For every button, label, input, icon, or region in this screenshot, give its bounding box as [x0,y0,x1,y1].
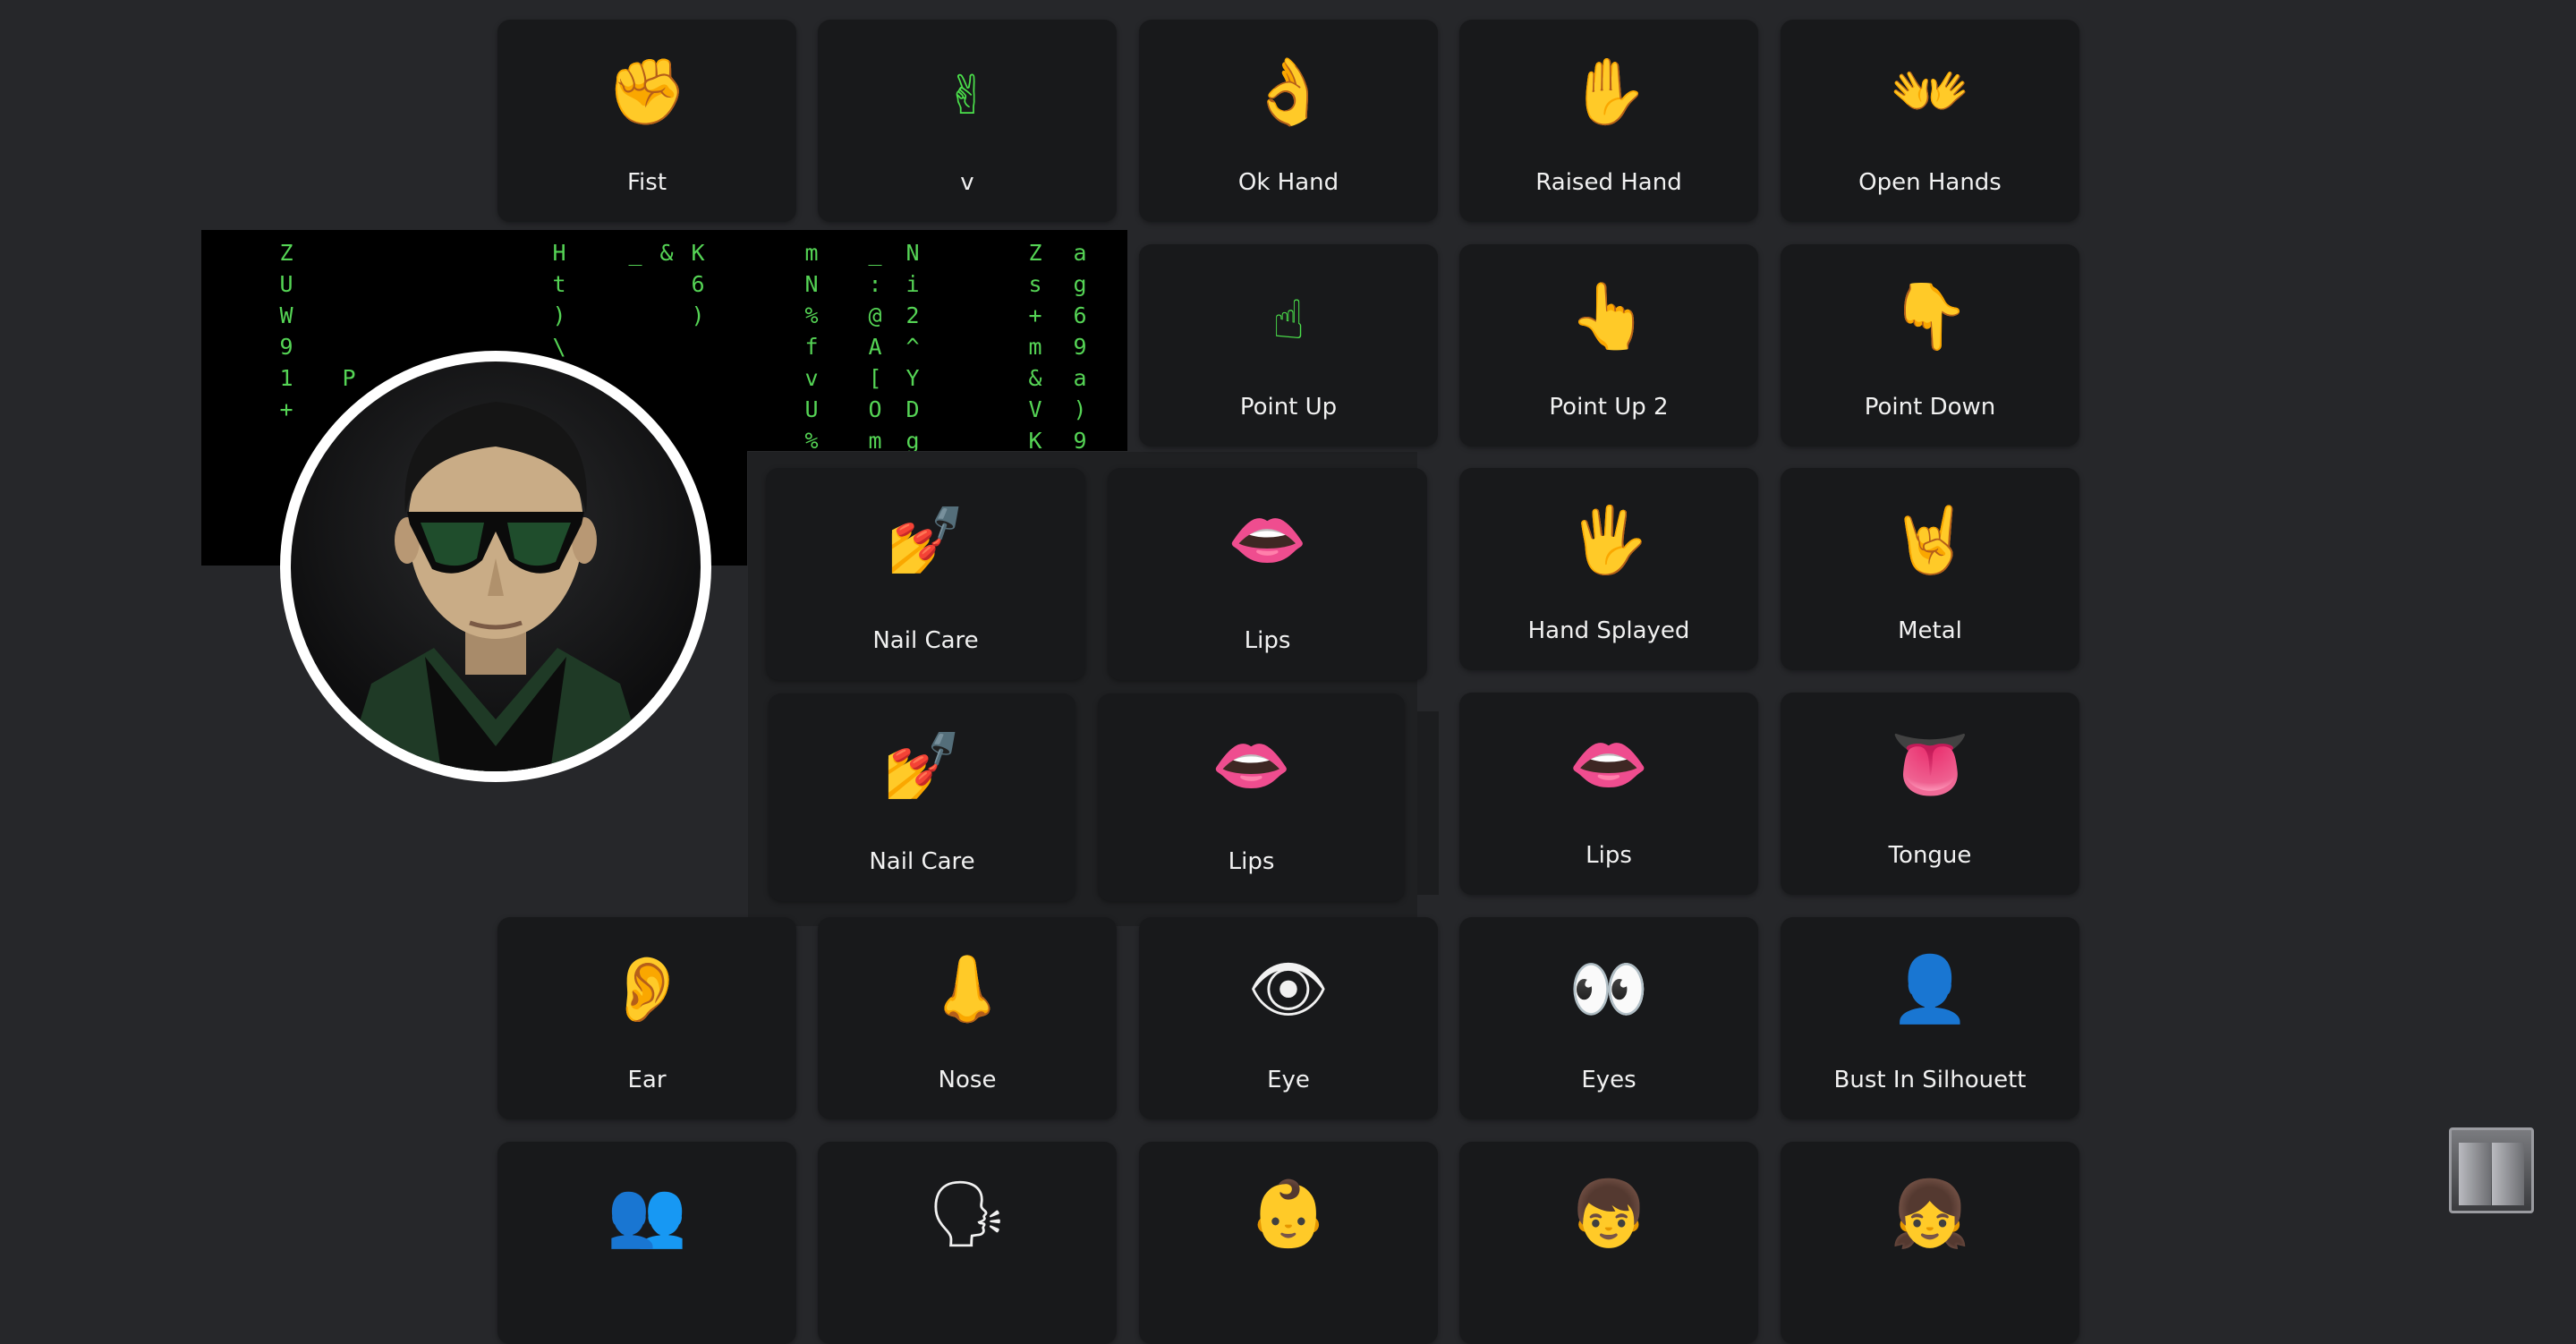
emoji-card-bust-in-silhouette[interactable]: 👤 Bust In Silhouett [1781,917,2079,1119]
ok-hand-icon: 👌 [1248,54,1329,129]
emoji-card-boy[interactable]: 👦 [1459,1142,1758,1344]
matrix-column: H t ) \ [552,240,566,360]
tongue-icon: 👅 [1890,727,1970,802]
emoji-card-busts-in-silhouette[interactable]: 👥 [497,1142,796,1344]
emoji-card-hand-splayed[interactable]: 🖐 Hand Splayed [1459,468,1758,670]
emoji-card-label: Nail Care [869,848,975,875]
emoji-card-eyes[interactable]: 👀 Eyes [1459,917,1758,1119]
emoji-card-v[interactable]: ✌ v [818,20,1117,222]
elevator-door-right [2492,1143,2524,1205]
emoji-card-label: Lips [1244,627,1291,654]
speaking-head-icon: 🗣 [926,1176,1008,1251]
eyes-icon: 👀 [1569,951,1649,1026]
matrix-column: K 6 ) [691,240,705,328]
girl-icon: 👧 [1890,1176,1970,1251]
nail-care-b-icon: 💅 [881,727,963,803]
lips-b-icon: 👄 [1211,727,1292,803]
v-glyph: ✌ [944,64,990,127]
boy-icon: 👦 [1569,1176,1649,1251]
fist-icon: ✊ [607,54,687,129]
emoji-card-girl[interactable]: 👧 [1781,1142,2079,1344]
emoji-card-eye[interactable]: 👁 Eye [1139,917,1438,1119]
emoji-card-point-up-2[interactable]: 👆 Point Up 2 [1459,244,1758,447]
emoji-card-label: Nail Care [872,627,979,654]
emoji-card-label: Eyes [1581,1067,1637,1093]
lips-a-icon: 👄 [1227,502,1308,577]
eye-icon: 👁 [1247,951,1330,1026]
elevator-icon[interactable] [2449,1127,2534,1213]
point-down-icon: 👇 [1890,278,1970,353]
emoji-card-baby[interactable]: 👶 [1139,1142,1438,1344]
matrix-column: N i 2 ^ Y D g [905,240,920,451]
matrix-column: Z U W 9 1 + _ [279,240,293,451]
nail-care-a-icon: 💅 [885,502,966,577]
emoji-card-fist[interactable]: ✊ Fist [497,20,796,222]
v-icon: ✌ [818,59,1117,128]
avatar-neo-icon [291,362,701,771]
emoji-card-lips-a[interactable]: 👄 Lips [1108,468,1427,680]
emoji-card-raised-hand[interactable]: ✋ Raised Hand [1459,20,1758,222]
matrix-column: m N % f v U % [804,240,819,451]
metal-icon: 🤘 [1890,502,1970,577]
emoji-card-lips-c[interactable]: 👄 Lips [1459,693,1758,895]
point-up-glyph: ☝ [1271,289,1305,352]
emoji-card-label: Eye [1267,1067,1310,1093]
emoji-card-open-hands[interactable]: 👐 Open Hands [1781,20,2079,222]
emoji-card-label: Ok Hand [1237,169,1339,196]
matrix-column: a g 6 9 a ) 9 [1073,240,1087,451]
emoji-card-label: Nose [938,1067,997,1093]
lips-c-icon: 👄 [1569,727,1649,802]
elevator-door-left [2459,1143,2491,1205]
emoji-card-lips-b[interactable]: 👄 Lips [1098,693,1405,901]
emoji-card-nail-care-a[interactable]: 💅 Nail Care [766,468,1085,680]
hand-splayed-icon: 🖐 [1569,502,1649,577]
ear-icon: 👂 [607,951,687,1026]
emoji-card-label: Point Down [1864,394,1996,421]
point-up-icon: ☝ [1139,284,1438,353]
overlay-backdrop-edge [1417,711,1439,895]
emoji-card-label: Point Up [1239,394,1338,421]
emoji-card-label: Lips [1228,848,1275,875]
emoji-card-ok-hand[interactable]: 👌 Ok Hand [1139,20,1438,222]
emoji-card-label: Hand Splayed [1527,617,1690,644]
bust-in-silhouette-icon: 👤 [1890,951,1970,1026]
emoji-card-point-up[interactable]: ☝ Point Up [1139,244,1438,447]
emoji-card-ear[interactable]: 👂 Ear [497,917,796,1119]
matrix-column: P [342,365,356,391]
emoji-card-label: Fist [626,169,667,196]
emoji-card-label: Metal [1898,617,1962,644]
point-up-2-icon: 👆 [1569,278,1649,353]
emoji-card-label: v [960,169,974,196]
emoji-card-speaking-head[interactable]: 🗣 [818,1142,1117,1344]
emoji-card-nail-care-b[interactable]: 💅 Nail Care [769,693,1075,901]
matrix-column: _ [628,240,642,266]
emoji-card-metal[interactable]: 🤘 Metal [1781,468,2079,670]
avatar[interactable] [280,351,711,782]
emoji-card-label: Lips [1586,842,1632,869]
emoji-card-label: Open Hands [1858,169,2002,196]
busts-in-silhouette-icon: 👥 [607,1176,687,1251]
emoji-card-label: Point Up 2 [1549,394,1669,421]
matrix-column: _ : @ A [ O m [868,240,882,451]
emoji-card-label: Tongue [1888,842,1972,869]
matrix-column: & [659,240,674,266]
emoji-card-nose[interactable]: 👃 Nose [818,917,1117,1119]
baby-icon: 👶 [1248,1176,1329,1251]
emoji-card-point-down[interactable]: 👇 Point Down [1781,244,2079,447]
emoji-card-label: Ear [627,1067,667,1093]
emoji-card-label: Raised Hand [1535,169,1682,196]
emoji-card-tongue[interactable]: 👅 Tongue [1781,693,2079,895]
raised-hand-icon: ✋ [1569,54,1649,129]
nose-icon: 👃 [927,951,1007,1026]
open-hands-icon: 👐 [1890,54,1970,129]
matrix-column: Z s + m & V K [1028,240,1042,451]
emoji-card-label: Bust In Silhouett [1833,1067,2027,1093]
